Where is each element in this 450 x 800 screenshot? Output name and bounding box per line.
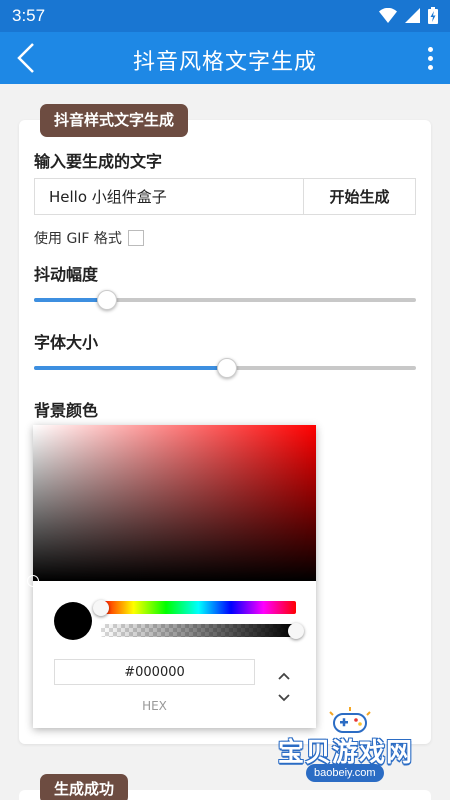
bg-color-label: 背景颜色 — [34, 401, 99, 420]
input-label: 输入要生成的文字 — [34, 152, 163, 171]
slider-thumb[interactable] — [96, 290, 117, 310]
color-picker: HEX — [27, 425, 316, 728]
gif-checkbox[interactable] — [127, 230, 144, 246]
font-size-slider[interactable] — [34, 358, 416, 378]
color-mode-toggle[interactable] — [275, 672, 293, 702]
text-input[interactable] — [35, 179, 303, 214]
font-size-label: 字体大小 — [34, 333, 99, 352]
signal-icon — [405, 8, 420, 23]
shake-slider[interactable] — [34, 290, 416, 310]
color-swatch — [54, 602, 92, 640]
watermark-logo: 宝贝游戏网 baobeiy.com — [274, 706, 424, 786]
saturation-value-area[interactable] — [27, 425, 316, 587]
generate-button[interactable]: 开始生成 — [303, 179, 415, 214]
hex-input[interactable] — [54, 659, 255, 685]
gif-option: 使用 GIF 格式 — [34, 228, 144, 248]
app-bar: 抖音风格文字生成 — [0, 32, 450, 84]
hue-thumb[interactable] — [93, 599, 109, 616]
more-dot-icon — [427, 46, 433, 52]
status-time: 3:57 — [12, 6, 46, 25]
more-dot-icon — [427, 64, 433, 70]
sv-handle[interactable] — [27, 575, 39, 587]
slider-thumb[interactable] — [216, 358, 237, 378]
color-mode-label: HEX — [142, 699, 167, 713]
watermark-domain: baobeiy.com — [306, 764, 384, 782]
card-tag: 抖音样式文字生成 — [40, 104, 189, 137]
alpha-slider[interactable] — [101, 624, 296, 637]
more-dot-icon — [427, 55, 433, 61]
battery-charging-icon — [428, 7, 438, 24]
shake-label: 抖动幅度 — [34, 265, 99, 284]
input-row: 开始生成 — [34, 178, 416, 215]
result-tag: 生成成功 — [40, 774, 129, 800]
slider-fill — [34, 298, 107, 302]
page-title: 抖音风格文字生成 — [132, 50, 317, 75]
chevron-up-icon — [278, 672, 290, 680]
more-options-button[interactable] — [418, 40, 442, 76]
wifi-icon — [379, 8, 397, 23]
status-bar: 3:57 — [0, 0, 450, 32]
status-icons — [379, 7, 438, 24]
gif-option-label: 使用 GIF 格式 — [34, 231, 122, 247]
slider-fill — [34, 366, 227, 370]
chevron-down-icon — [278, 694, 290, 702]
alpha-thumb[interactable] — [288, 622, 304, 639]
hue-slider[interactable] — [101, 601, 296, 614]
